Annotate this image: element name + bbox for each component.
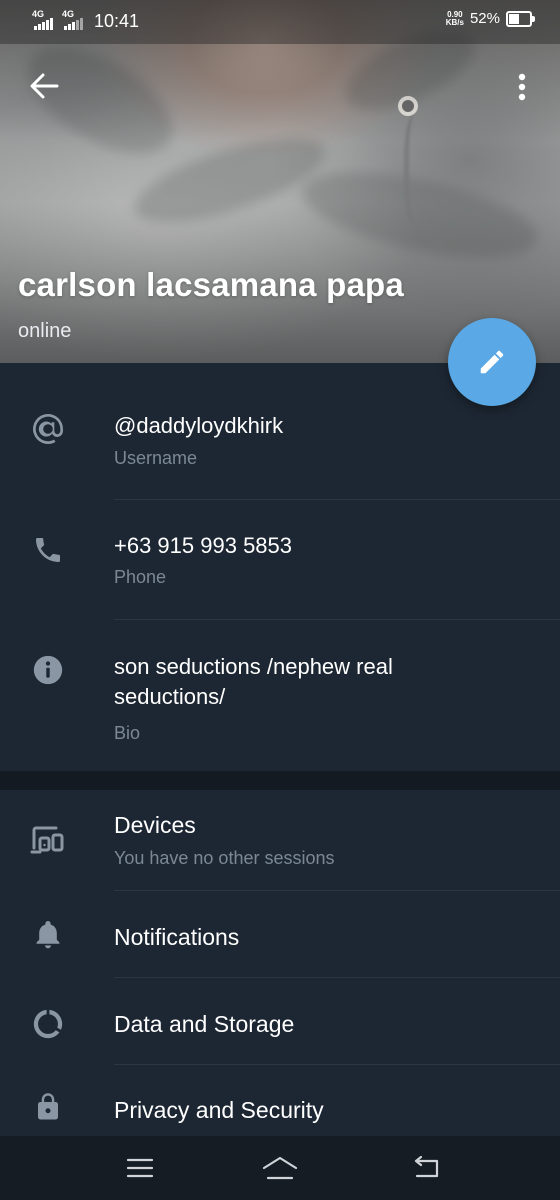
- section-separator: [0, 771, 560, 790]
- signal-indicator-sim2: 4G: [62, 10, 90, 32]
- settings-item-privacy[interactable]: Privacy and Security: [0, 1065, 560, 1136]
- username-label: Username: [114, 448, 198, 468]
- bell-icon: [28, 915, 68, 955]
- settings-item-data-storage[interactable]: Data and Storage: [0, 978, 560, 1065]
- at-sign-icon: [28, 409, 68, 449]
- pencil-icon: [480, 350, 504, 374]
- profile-info-section: @daddyloydkhirk Username +63 915 993 585…: [0, 363, 560, 771]
- devices-icon: [28, 820, 68, 860]
- battery-percent: 52%: [469, 10, 500, 27]
- arrow-left-icon: [30, 73, 59, 99]
- notifications-label: Notifications: [114, 924, 240, 950]
- profile-photo[interactable]: [0, 0, 560, 363]
- profile-status: online: [18, 320, 72, 342]
- phone-row[interactable]: +63 915 993 5853 Phone: [0, 500, 560, 620]
- settings-item-notifications[interactable]: Notifications: [0, 891, 560, 978]
- phone-value: +63 915 993 5853: [114, 533, 293, 558]
- data-storage-label: Data and Storage: [114, 1011, 295, 1037]
- data-usage-icon: [28, 1004, 68, 1044]
- menu-lines-icon: [126, 1158, 154, 1178]
- bio-row[interactable]: son seductions /nephew real seductions/ …: [0, 620, 560, 771]
- recent-apps-button[interactable]: [118, 1150, 162, 1186]
- settings-section: Devices You have no other sessions Notif…: [0, 790, 560, 1136]
- system-navigation-bar: [0, 1136, 560, 1200]
- profile-name: carlson lacsamana papa: [18, 266, 404, 303]
- lock-icon: [28, 1087, 68, 1127]
- battery-fill: [509, 13, 520, 24]
- signal-indicator-sim1: 4G: [32, 10, 60, 32]
- privacy-label: Privacy and Security: [114, 1097, 324, 1123]
- devices-sub: You have no other sessions: [114, 848, 335, 868]
- bio-value-line1: son seductions /nephew real: [114, 654, 393, 679]
- back-nav-button[interactable]: [404, 1150, 448, 1186]
- status-time: 10:41: [94, 11, 140, 31]
- username-value: @daddyloydkhirk: [114, 413, 284, 438]
- more-vertical-icon: [518, 73, 526, 101]
- phone-icon: [28, 530, 68, 570]
- back-button[interactable]: [26, 68, 62, 104]
- back-return-icon: [414, 1156, 439, 1178]
- settings-item-devices[interactable]: Devices You have no other sessions: [0, 790, 560, 891]
- home-button[interactable]: [258, 1150, 302, 1186]
- network-speed-unit: KB/s: [445, 17, 464, 27]
- bio-label: Bio: [114, 723, 141, 743]
- status-bar-left: 4G 4G 10:41: [32, 10, 139, 32]
- signal-bars-icon: [64, 18, 83, 30]
- status-bar-right: 0.90 KB/s 52%: [445, 10, 535, 27]
- profile-header: 4G 4G 10:41 0.90 KB/s 52% carlson lacsam…: [0, 0, 560, 363]
- info-icon: [28, 650, 68, 690]
- network-speed: 0.90 KB/s: [445, 10, 464, 27]
- edit-profile-button[interactable]: [448, 318, 536, 406]
- more-options-button[interactable]: [506, 68, 538, 106]
- devices-label: Devices: [114, 812, 196, 838]
- home-icon: [262, 1156, 298, 1180]
- bio-value-line2: seductions/: [114, 684, 226, 709]
- battery-icon: [506, 10, 535, 27]
- status-bar: 4G 4G 10:41 0.90 KB/s 52%: [0, 0, 560, 44]
- signal-bars-icon: [34, 18, 53, 30]
- phone-label: Phone: [114, 567, 167, 587]
